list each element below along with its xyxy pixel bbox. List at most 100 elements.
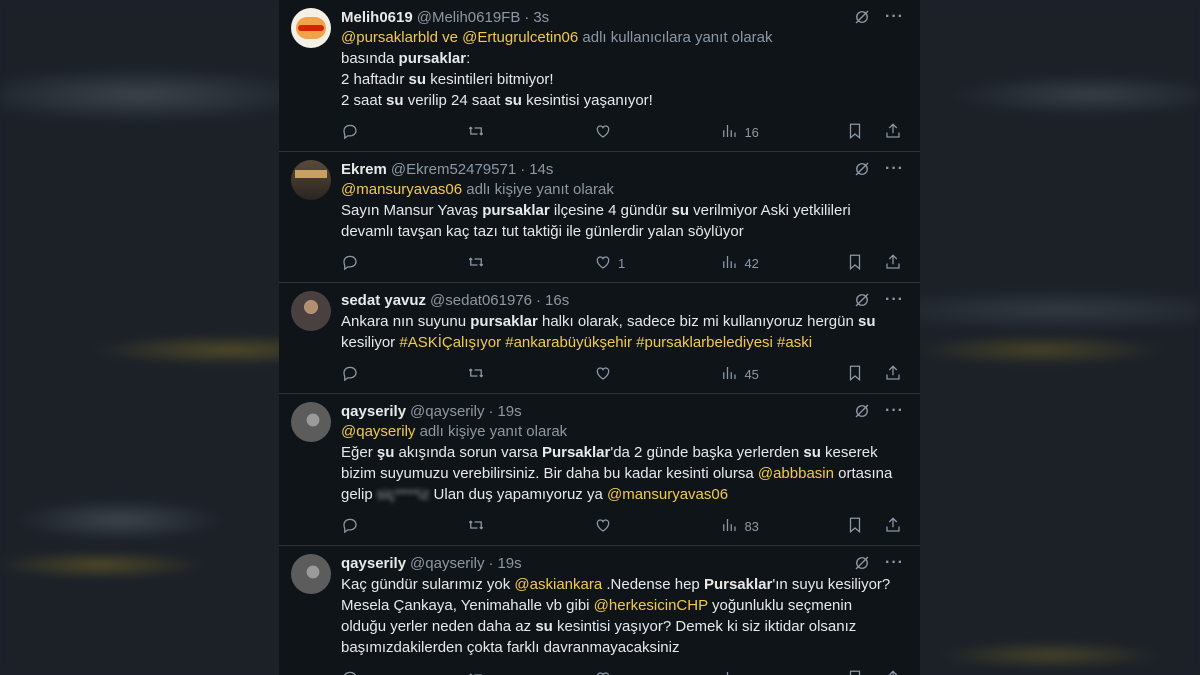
reply-context: @mansuryavas06 adlı kişiye yanıt olarak [341,180,904,200]
share-button[interactable] [884,516,902,537]
tweet-line: basında pursaklar: [341,48,904,69]
display-name[interactable]: qayserily [341,403,406,420]
retweet-button[interactable] [467,669,593,675]
reply-button[interactable] [341,253,467,274]
tweet[interactable]: Ekrem @Ekrem52479571 · 14s ··· @mansuryavas06… [279,152,920,283]
views-count: 42 [744,255,759,271]
like-button[interactable] [594,669,720,675]
retweet-button[interactable] [467,253,593,274]
username[interactable]: @Ekrem52479571 [391,161,516,178]
views-button[interactable]: 83 [720,516,846,537]
display-name[interactable]: qayserily [341,555,406,572]
mention-link[interactable]: @herkesicinCHP [594,597,708,614]
like-button[interactable]: 1 [594,253,720,274]
text-segment: akışında sorun varsa [394,444,542,461]
text-segment: Ankara nın suyunu [341,313,471,330]
highlighted-term: su [408,71,427,88]
views-button[interactable]: 42 [720,253,846,274]
bookmark-button[interactable] [846,122,864,143]
retweet-button[interactable] [467,364,593,385]
grok-icon[interactable] [853,402,871,420]
tweet-body: sedat yavuz @sedat061976 · 16s ··· Ankara nın… [341,289,904,393]
tweet-body: qayserily @qayserily · 19s ··· Kaç gündür sul… [341,552,904,675]
views-button[interactable]: 45 [720,364,846,385]
more-icon[interactable]: ··· [885,9,904,25]
bookmark-button[interactable] [846,253,864,274]
username[interactable]: @sedat061976 [430,292,532,309]
retweet-button[interactable] [467,122,593,143]
reply-mentions[interactable]: @qayserily [341,423,415,440]
tweet-line: devamlı tavşan kaç tazı tut taktiği ile … [341,221,904,242]
share-icon [884,364,902,385]
bookmark-button[interactable] [846,516,864,537]
display-name[interactable]: Ekrem [341,161,387,178]
highlighted-term: Pursaklar [703,576,773,593]
bookmark-button[interactable] [846,669,864,675]
more-icon[interactable]: ··· [885,161,904,177]
grok-icon[interactable] [853,291,871,309]
display-name[interactable]: sedat yavuz [341,292,426,309]
avatar[interactable] [291,402,331,442]
mention-link[interactable]: @askiankara [514,576,602,593]
header-actions: ··· [853,160,904,178]
views-button[interactable] [720,669,846,675]
tweet[interactable]: Melih0619 @Melih0619FB · 3s ··· @pursaklarbld… [279,0,920,152]
text-segment: kesintisi yaşıyor? Demek ki siz iktidar … [552,618,857,635]
more-icon[interactable]: ··· [885,555,904,571]
bookmark-button[interactable] [846,364,864,385]
views-button[interactable]: 16 [720,122,846,143]
censored-text: siç****iz [376,486,430,503]
reply-mentions[interactable]: @pursaklarbld ve @Ertugrulcetin06 [341,29,578,46]
views-icon [720,516,738,537]
reply-button[interactable] [341,669,467,675]
timestamp[interactable]: 19s [497,555,521,572]
tweet-feed[interactable]: Melih0619 @Melih0619FB · 3s ··· @pursaklarbld… [279,0,920,675]
grok-icon[interactable] [853,8,871,26]
timestamp[interactable]: 19s [497,403,521,420]
action-bar: 45 [341,355,904,393]
avatar[interactable] [291,554,331,594]
timestamp[interactable]: 3s [533,9,549,26]
reply-button[interactable] [341,364,467,385]
tweet-line: Mesela Çankaya, Yenimahalle vb gibi @her… [341,595,904,616]
username[interactable]: @Melih0619FB [417,9,521,26]
mention-link[interactable]: #ASKİÇalışıyor #ankarabüyükşehir #pursak… [399,334,812,351]
share-button[interactable] [884,669,902,675]
text-segment: : [466,50,471,67]
like-button[interactable] [594,122,720,143]
text-segment: Eğer [341,444,377,461]
share-button[interactable] [884,253,902,274]
mention-link[interactable]: @mansuryavas06 [607,486,728,503]
tweet[interactable]: qayserily @qayserily · 19s ··· Kaç gündür sul… [279,546,920,675]
grok-icon[interactable] [853,160,871,178]
more-icon[interactable]: ··· [885,403,904,419]
more-icon[interactable]: ··· [885,292,904,308]
avatar[interactable] [291,160,331,200]
tweet[interactable]: qayserily @qayserily · 19s ··· @qayserily adl… [279,394,920,546]
tweet-header: Melih0619 @Melih0619FB · 3s ··· [341,6,904,28]
share-button[interactable] [884,364,902,385]
mention-link[interactable]: @abbbasin [758,465,834,482]
like-icon [594,364,612,385]
like-icon [594,122,612,143]
reply-mentions[interactable]: @mansuryavas06 [341,181,462,198]
retweet-button[interactable] [467,516,593,537]
share-button[interactable] [884,122,902,143]
timestamp[interactable]: 14s [529,161,553,178]
username[interactable]: @qayserily [410,403,484,420]
display-name[interactable]: Melih0619 [341,9,413,26]
avatar[interactable] [291,8,331,48]
reply-button[interactable] [341,122,467,143]
avatar[interactable] [291,291,331,331]
timestamp[interactable]: 16s [545,292,569,309]
like-button[interactable] [594,364,720,385]
username[interactable]: @qayserily [410,555,484,572]
text-segment: 'ın suyu kesiliyor? [772,576,891,593]
tweet[interactable]: sedat yavuz @sedat061976 · 16s ··· Ankara nın… [279,283,920,394]
reply-button[interactable] [341,516,467,537]
retweet-icon [467,669,485,675]
share-icon [884,122,902,143]
highlighted-term: su [504,92,522,109]
grok-icon[interactable] [853,554,871,572]
like-button[interactable] [594,516,720,537]
